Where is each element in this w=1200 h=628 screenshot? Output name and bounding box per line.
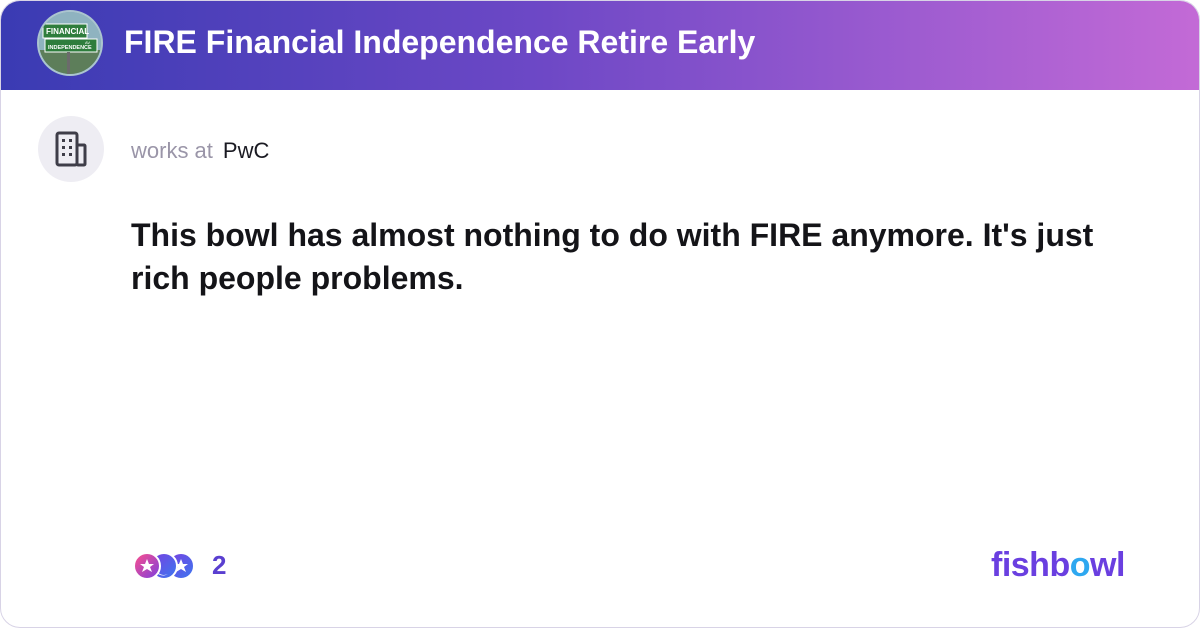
logo-text-part3: wl [1090, 546, 1125, 584]
reaction-count[interactable]: 2 [212, 550, 226, 581]
reactions-group[interactable] [131, 549, 201, 588]
post-text: This bowl has almost nothing to do with … [131, 217, 1094, 296]
bowl-title[interactable]: FIRE Financial Independence Retire Early [124, 24, 755, 61]
logo-text-part2: o [1069, 546, 1091, 584]
author-workplace: works at PwC [131, 138, 269, 164]
reaction-icon-1 [133, 552, 161, 580]
fishbowl-logo[interactable]: fishbowl [991, 546, 1125, 585]
company-name[interactable]: PwC [223, 138, 269, 163]
bowl-avatar[interactable]: FINANCIAL AV INDEPENDENCE [37, 10, 103, 76]
street-sign-image: FINANCIAL AV INDEPENDENCE [39, 12, 101, 74]
works-at-label: works at [131, 138, 213, 163]
avatar-sign-line1: FINANCIAL [46, 27, 89, 36]
logo-text-part1: fishb [991, 546, 1070, 584]
avatar-sign-line2: INDEPENDENCE [48, 45, 92, 51]
bowl-header: FINANCIAL AV INDEPENDENCE FIRE Financial… [1, 1, 1199, 90]
company-avatar[interactable] [38, 116, 104, 182]
building-icon [55, 131, 87, 167]
post-card: FINANCIAL AV INDEPENDENCE FIRE Financial… [0, 0, 1200, 628]
